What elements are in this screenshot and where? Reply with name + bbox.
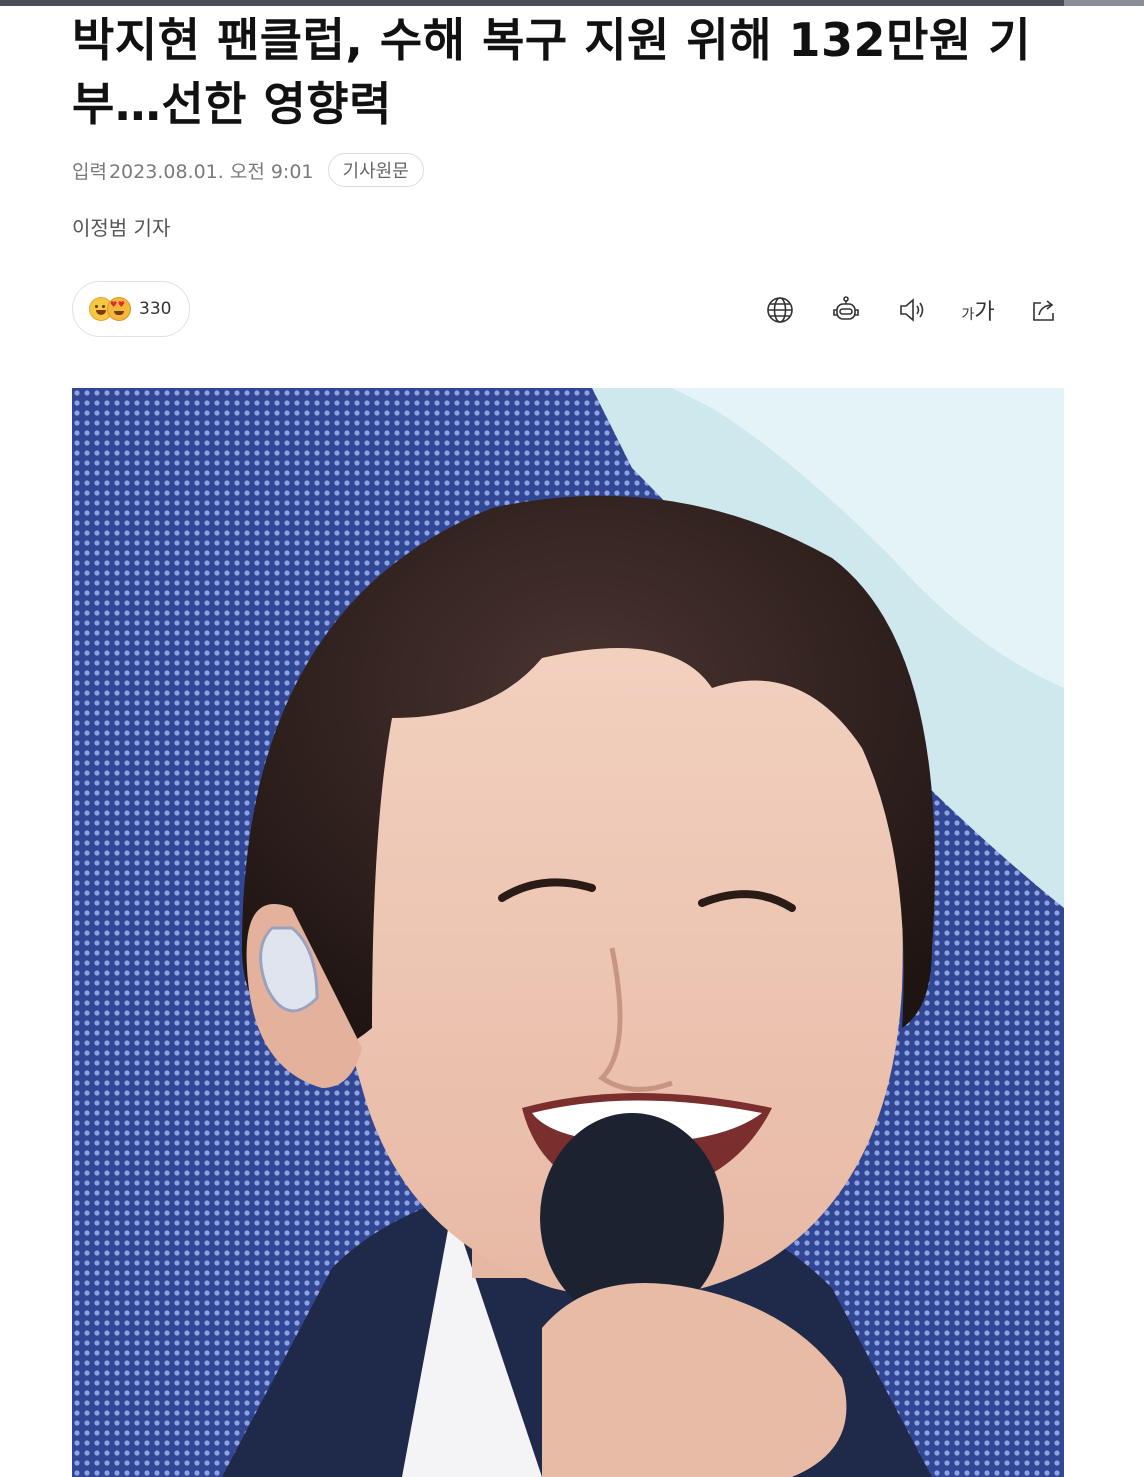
article-headline: 박지현 팬클럽, 수해 복구 지원 위해 132만원 기부…선한 영향력: [72, 13, 1032, 131]
singer-photo-illustration: [72, 388, 1064, 1477]
input-date-value: 2023.08.01. 오전 9:01: [108, 160, 314, 183]
robot-summary-icon: [833, 296, 859, 320]
font-size-icon: 가가: [961, 300, 995, 325]
share-button[interactable]: [1024, 290, 1064, 330]
speaker-icon: [900, 298, 924, 322]
article-meta: 입력 2023.08.01. 오전 9:01 기사원문: [72, 152, 424, 188]
translate-button[interactable]: [760, 290, 800, 330]
heart-eyes-face-icon: [107, 297, 131, 321]
article-photo: [72, 388, 1064, 1477]
reporter-name: 이정범 기자: [72, 216, 171, 240]
share-icon: [1033, 300, 1054, 321]
input-date-label: 입력: [72, 160, 107, 183]
globe-icon: [767, 297, 793, 323]
article-toolbar: 가가: [760, 290, 1064, 330]
summary-bot-button[interactable]: [826, 290, 866, 330]
text-to-speech-button[interactable]: [892, 290, 932, 330]
reaction-count: 330: [139, 299, 172, 319]
original-article-button[interactable]: 기사원문: [327, 153, 424, 187]
reaction-button[interactable]: 330: [72, 281, 190, 337]
window-top-strip: [0, 0, 1144, 6]
font-size-button[interactable]: 가가: [958, 290, 998, 330]
